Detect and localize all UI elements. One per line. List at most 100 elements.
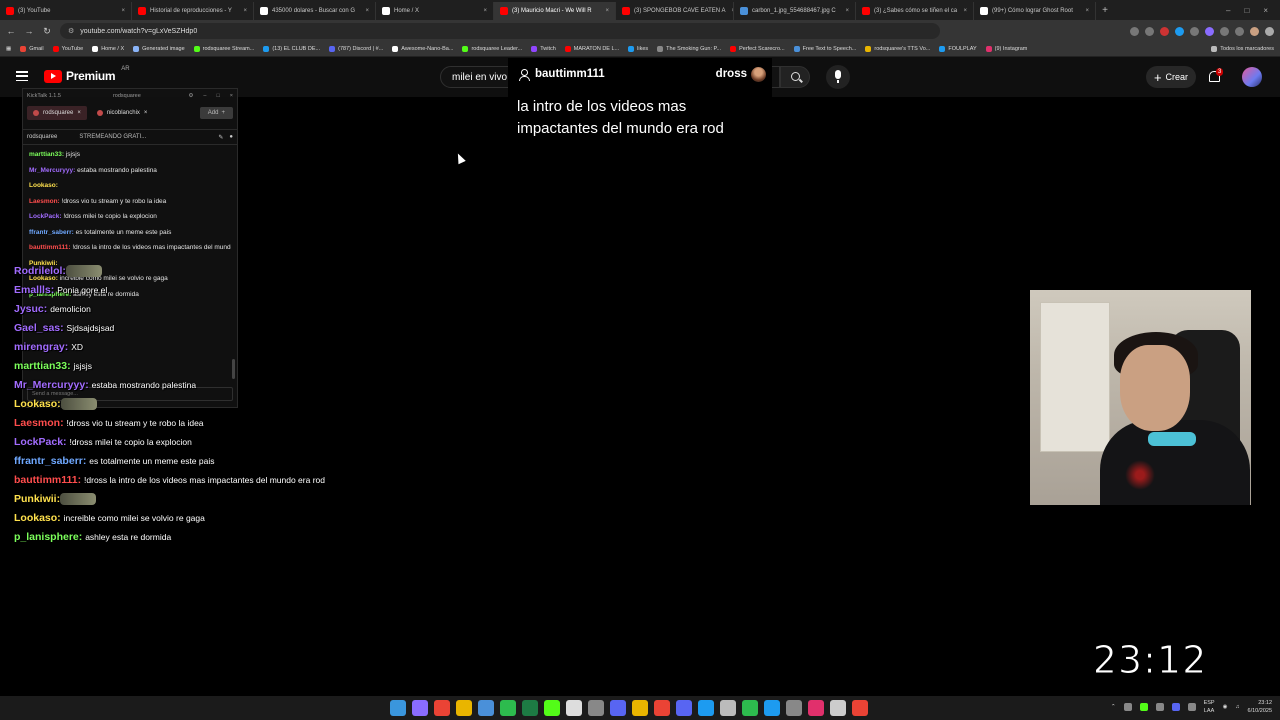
extension-icon[interactable]	[1160, 26, 1169, 36]
app-icon[interactable]	[786, 700, 802, 716]
wifi-icon[interactable]: ◉	[1223, 704, 1228, 710]
copilot-icon[interactable]	[412, 700, 428, 716]
bookmark-item[interactable]: rodsquaree Stream...	[193, 46, 254, 52]
obs-icon[interactable]	[566, 700, 582, 716]
menu-icon[interactable]	[1265, 26, 1274, 36]
app-icon[interactable]	[654, 700, 670, 716]
excel-icon[interactable]	[522, 700, 538, 716]
chat-username[interactable]: ffrantr_saberr:	[29, 229, 74, 236]
back-icon[interactable]: ←	[6, 26, 16, 36]
edge-icon[interactable]	[698, 700, 714, 716]
bookmark-item[interactable]: Free Text to Speech...	[793, 46, 856, 52]
extension-icon[interactable]	[1145, 26, 1154, 36]
chat-username[interactable]: marttian33:	[29, 151, 64, 158]
bookmark-item[interactable]: Home / X	[92, 46, 124, 52]
browser-tab[interactable]: 435000 dolares - Buscar con G ×	[254, 2, 376, 20]
tray-chevron-icon[interactable]: ⌃	[1111, 704, 1116, 710]
browser-tab[interactable]: Home / X ×	[376, 2, 494, 20]
profile-icon[interactable]	[1250, 26, 1259, 36]
add-channel-button[interactable]: Add +	[199, 107, 233, 119]
tray-icon[interactable]	[1139, 703, 1148, 711]
bookmark-item[interactable]: likes	[628, 46, 648, 52]
close-tab-icon[interactable]: ×	[957, 8, 967, 14]
minimize-icon[interactable]: –	[203, 93, 206, 99]
pin-icon[interactable]: ✎	[218, 134, 223, 141]
extension-icon[interactable]	[1235, 26, 1244, 36]
close-icon[interactable]: ×	[230, 93, 233, 99]
close-icon[interactable]: ×	[1263, 6, 1268, 15]
chat-username[interactable]: bauttimm111:	[29, 244, 71, 251]
bookmark-item[interactable]: Twitch	[531, 46, 556, 52]
maximize-icon[interactable]: □	[1244, 6, 1249, 15]
search-button[interactable]	[780, 66, 810, 88]
tab-nicoblanchix[interactable]: nicoblanchix ×	[91, 106, 154, 120]
chrome-icon[interactable]	[852, 700, 868, 716]
xbox-icon[interactable]	[500, 700, 516, 716]
chat-username[interactable]: Laesmon:	[29, 198, 60, 205]
youtube-premium-logo[interactable]: Premium AR	[44, 66, 130, 83]
notes-icon[interactable]	[632, 700, 648, 716]
close-tab-icon[interactable]: ×	[359, 8, 369, 14]
create-button[interactable]: + Crear	[1146, 66, 1196, 88]
settings-icon[interactable]: ⚙	[188, 93, 193, 99]
close-tab-icon[interactable]: ×	[725, 8, 733, 14]
bookmark-item[interactable]: rodsquaree Leader...	[462, 46, 522, 52]
kick-icon[interactable]	[544, 700, 560, 716]
bookmark-item[interactable]: FOULPLAY	[939, 46, 977, 52]
close-tab-icon[interactable]: ×	[115, 8, 125, 14]
extension-icon[interactable]	[1130, 26, 1139, 36]
all-bookmarks-button[interactable]: Todos los marcadores	[1211, 46, 1274, 52]
browser-tab[interactable]: (99+) Cómo lograr Ghost Root ×	[974, 2, 1096, 20]
tab-rodsquaree[interactable]: rodsquaree ×	[27, 106, 87, 120]
vs-icon[interactable]	[610, 700, 626, 716]
tray-icon[interactable]	[1155, 703, 1164, 711]
tray-icon[interactable]	[1123, 703, 1132, 711]
explorer-icon[interactable]	[456, 700, 472, 716]
chat-username[interactable]: LockPack:	[29, 213, 62, 220]
new-tab-button[interactable]: +	[1096, 5, 1114, 16]
minimize-icon[interactable]: –	[1226, 6, 1230, 15]
account-avatar[interactable]	[1242, 67, 1262, 87]
site-info-icon[interactable]: ⚙	[68, 27, 74, 35]
volume-icon[interactable]: ♫	[1235, 704, 1239, 710]
close-tab-icon[interactable]: ×	[144, 110, 148, 116]
bookmark-item[interactable]: (13) EL CLUB DE...	[263, 46, 320, 52]
discord-icon[interactable]	[676, 700, 692, 716]
chat-username[interactable]: Mr_Mercuryyy:	[29, 167, 75, 174]
app-icon[interactable]	[742, 700, 758, 716]
browser-tab[interactable]: (3) ¿Sabes cómo se tiñen el ca ×	[856, 2, 974, 20]
close-tab-icon[interactable]: ×	[1079, 8, 1089, 14]
address-bar[interactable]: ⚙ youtube.com/watch?v=gLxVeSZHdp0	[60, 23, 940, 39]
extension-icon[interactable]	[1220, 26, 1229, 36]
close-tab-icon[interactable]: ×	[477, 8, 487, 14]
media-icon[interactable]	[588, 700, 604, 716]
close-tab-icon[interactable]: ×	[77, 110, 81, 116]
app-icon[interactable]	[808, 700, 824, 716]
app-icon[interactable]	[764, 700, 780, 716]
bookmark-item[interactable]: The Smoking Gun: P...	[657, 46, 721, 52]
extension-icon[interactable]	[1190, 26, 1199, 36]
bookmark-item[interactable]: Generated image	[133, 46, 185, 52]
close-tab-icon[interactable]: ×	[839, 8, 849, 14]
bookmark-item[interactable]: Perfect Scarecro...	[730, 46, 785, 52]
apps-icon[interactable]: ▦	[6, 46, 11, 52]
clock[interactable]: 23:12 6/10/2025	[1248, 699, 1272, 715]
tray-icon[interactable]	[1187, 703, 1196, 711]
steam-icon[interactable]	[478, 700, 494, 716]
extension-icon[interactable]	[1175, 26, 1184, 36]
bookmark-item[interactable]: Awesome-Nano-Ba...	[392, 46, 453, 52]
input-language[interactable]: ESP LAA	[1204, 699, 1215, 715]
app-icon[interactable]	[720, 700, 736, 716]
chrome-icon[interactable]	[434, 700, 450, 716]
chat-username[interactable]: Lookaso:	[29, 182, 58, 189]
browser-tab[interactable]: Historial de reproducciones - Y ×	[132, 2, 254, 20]
browser-tab[interactable]: (3) YouTube ×	[0, 2, 132, 20]
forward-icon[interactable]: →	[24, 26, 34, 36]
terminal-icon[interactable]	[830, 700, 846, 716]
close-tab-icon[interactable]: ×	[599, 8, 609, 14]
bookmark-item[interactable]: (787) Discord | #...	[329, 46, 383, 52]
users-icon[interactable]: ●	[229, 134, 233, 140]
bookmark-item[interactable]: MARATON DE L...	[564, 46, 619, 52]
browser-tab[interactable]: (3) Mauricio Macri - We Will R ×	[494, 2, 616, 20]
windows-icon[interactable]	[390, 700, 406, 716]
